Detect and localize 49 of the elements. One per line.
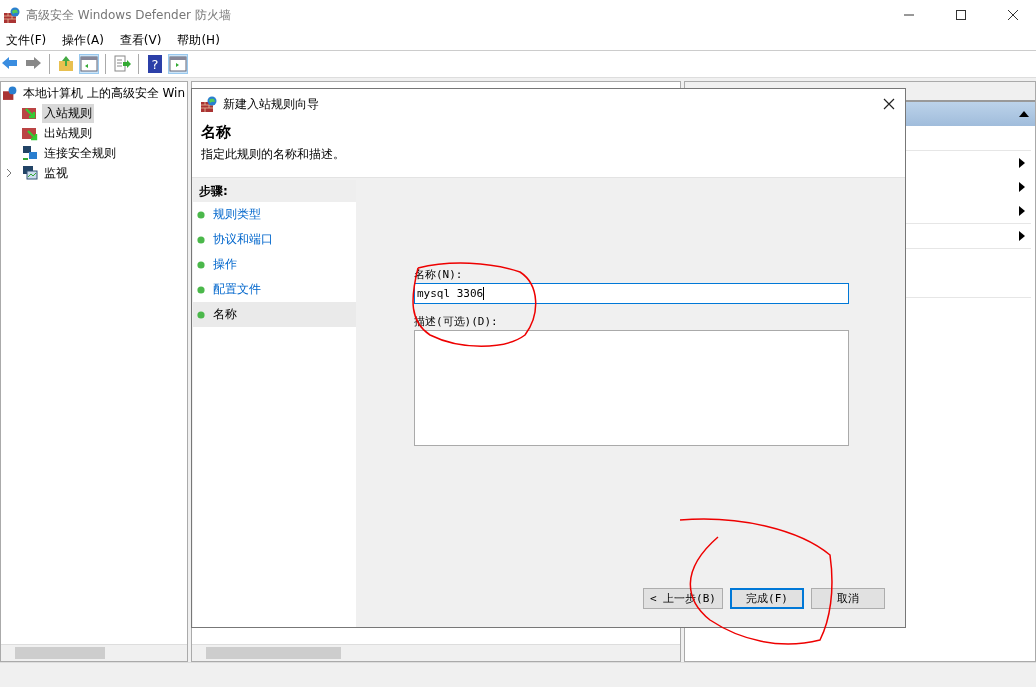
tree-item[interactable]: 监视 <box>42 163 70 183</box>
horizontal-scrollbar[interactable] <box>1 644 187 661</box>
steps-title: 步骤: <box>193 180 356 202</box>
description-field[interactable] <box>414 330 849 446</box>
menu-item[interactable]: 操作(A) <box>61 31 105 49</box>
submenu-arrow-icon[interactable] <box>1019 182 1025 192</box>
submenu-arrow-icon[interactable] <box>1019 231 1025 241</box>
panel-icon[interactable] <box>168 54 188 74</box>
step-bullet-icon <box>197 235 205 244</box>
wizard-step[interactable]: 操作 <box>193 252 356 277</box>
computer-firewall-icon <box>3 85 17 101</box>
menu-item[interactable]: 文件(F) <box>5 31 48 49</box>
submenu-arrow-icon[interactable] <box>1019 206 1025 216</box>
panel-icon[interactable] <box>79 54 99 74</box>
export-list-icon[interactable] <box>112 54 132 74</box>
tree-item[interactable]: 连接安全规则 <box>42 143 118 163</box>
tree-item[interactable]: 入站规则 <box>42 103 94 123</box>
collapse-icon[interactable] <box>1019 111 1029 117</box>
connection-computers-icon <box>22 145 38 161</box>
window-title: 高级安全 Windows Defender 防火墙 <box>26 6 231 24</box>
close-icon[interactable] <box>883 98 895 110</box>
dialog-button[interactable]: 取消 <box>811 588 885 609</box>
help-icon[interactable]: ? <box>145 54 165 74</box>
step-bullet-icon <box>197 260 205 269</box>
wizard-step[interactable]: 名称 <box>193 302 356 327</box>
step-bullet-icon <box>197 285 205 294</box>
wizard-step[interactable]: 协议和端口 <box>193 227 356 252</box>
tree-item[interactable]: 本地计算机 上的高级安全 Win <box>20 83 187 103</box>
horizontal-scrollbar[interactable] <box>192 644 680 661</box>
name-field[interactable]: mysql 3306 <box>414 283 849 304</box>
wizard-step[interactable]: 规则类型 <box>193 202 356 227</box>
firewall-icon <box>4 7 20 23</box>
menu-item[interactable]: 帮助(H) <box>176 31 221 49</box>
step-bullet-icon <box>197 210 205 219</box>
submenu-arrow-icon[interactable] <box>1019 158 1025 168</box>
page-description: 指定此规则的名称和描述。 <box>201 146 346 163</box>
outbound-rules-icon <box>22 125 38 141</box>
expand-chevron-icon[interactable] <box>5 168 13 178</box>
step-bullet-icon <box>197 310 205 319</box>
folder-up-icon[interactable] <box>56 54 76 74</box>
firewall-icon <box>201 96 217 112</box>
tree-item[interactable]: 出站规则 <box>42 123 94 143</box>
page-heading: 名称 <box>201 123 232 142</box>
menu-item[interactable]: 查看(V) <box>118 31 163 49</box>
monitor-icon <box>22 165 38 181</box>
inbound-rules-icon <box>22 105 38 121</box>
dialog-title: 新建入站规则向导 <box>223 95 319 113</box>
dialog-button[interactable]: 完成(F) <box>730 588 804 609</box>
wizard-step[interactable]: 配置文件 <box>193 277 356 302</box>
